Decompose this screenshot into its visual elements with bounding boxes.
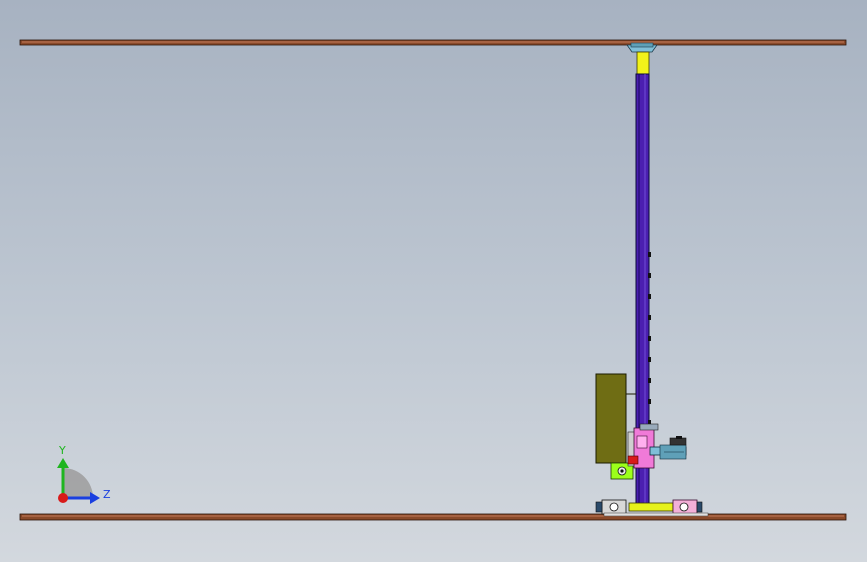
model-view[interactable]: Y Z — [0, 0, 867, 562]
rack-tooth — [648, 273, 651, 278]
coordinate-triad: Y Z — [57, 444, 111, 504]
bottom-beam[interactable] — [19, 513, 847, 521]
rack-tooth — [648, 357, 651, 362]
rack-tooth — [648, 252, 651, 257]
cad-graphics-viewport[interactable]: Y Z — [0, 0, 867, 562]
z-axis-arrowhead — [90, 492, 100, 504]
x-axis-origin — [58, 493, 68, 503]
base-assembly[interactable] — [595, 499, 709, 517]
rack-tooth — [648, 294, 651, 299]
rack-tooth — [648, 399, 651, 404]
top-connector[interactable] — [626, 42, 658, 75]
top-beam[interactable] — [19, 39, 847, 46]
rack-tooth — [648, 378, 651, 383]
y-axis-arrowhead — [57, 458, 69, 468]
y-axis-label: Y — [58, 444, 66, 457]
rack-teeth — [648, 252, 651, 425]
z-axis-label: Z — [103, 488, 111, 501]
rack-tooth — [648, 315, 651, 320]
rack-tooth — [648, 336, 651, 341]
